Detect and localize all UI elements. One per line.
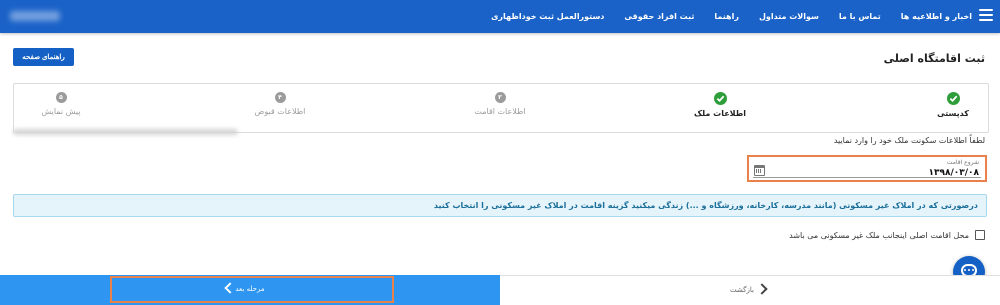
checkbox-label: محل اقامت اصلی اینجانب ملک غیر مسکونی می… (789, 230, 969, 240)
redacted-text (13, 129, 238, 135)
calendar-icon[interactable] (754, 165, 765, 176)
main-nav: اخبار و اطلاعیه ها تماس با ما سوالات متد… (471, 0, 972, 33)
non-residential-checkbox[interactable] (975, 230, 985, 240)
non-residential-option[interactable]: محل اقامت اصلی اینجانب ملک غیر مسکونی می… (789, 230, 985, 240)
chevron-right-icon (756, 283, 768, 295)
field-underline (753, 177, 981, 178)
step-number: ۴ (274, 92, 286, 103)
residence-start-date-field[interactable]: شروع اقامت ۱۳۹۸/۰۳/۰۸ (747, 155, 987, 182)
step-label: کدپستی (937, 109, 969, 118)
nav-item-news[interactable]: اخبار و اطلاعیه ها (901, 12, 972, 21)
step-bills-info: ۴ اطلاعات قبوض (225, 92, 335, 116)
back-label: بازگشت (730, 286, 754, 294)
step-postal-code: کدپستی (898, 92, 1000, 118)
step-number: ۳ (494, 92, 506, 103)
step-residence-info: ۳ اطلاعات اقامت (445, 92, 555, 116)
next-step-button[interactable]: مرحله بعد (0, 275, 500, 305)
nav-item-faq[interactable]: سوالات متداول (759, 12, 819, 21)
check-icon (946, 92, 960, 105)
step-preview: ۵ پیش نمایش (6, 92, 116, 116)
back-button[interactable]: بازگشت (500, 275, 1000, 305)
step-number: ۵ (55, 92, 67, 103)
nav-item-contact[interactable]: تماس با ما (839, 12, 881, 21)
nav-item-instructions[interactable]: دستورالعمل ثبت خوداظهاری (491, 12, 604, 21)
progress-stepper: کدپستی اطلاعات ملک ۳ اطلاعات اقامت ۴ اطل… (13, 83, 989, 133)
brand-logo (10, 11, 60, 21)
step-label: اطلاعات قبوض (254, 107, 306, 116)
nav-item-legal-entities[interactable]: ثبت افراد حقوقی (624, 12, 694, 21)
page-guide-button[interactable]: راهنمای صفحه (13, 48, 74, 66)
info-alert: درصورتی که در املاک غیر مسکونی (مانند مد… (13, 194, 987, 217)
form-instruction: لطفاً اطلاعات سکونت ملک خود را وارد نمای… (833, 136, 985, 145)
bottom-action-bar: مرحله بعد بازگشت (0, 275, 1000, 305)
step-property-info: اطلاعات ملک (665, 92, 775, 118)
next-button-highlight (110, 276, 394, 303)
check-icon (713, 92, 727, 105)
step-label: اطلاعات ملک (693, 109, 747, 118)
menu-icon[interactable] (979, 9, 993, 23)
step-label: اطلاعات اقامت (474, 107, 526, 116)
nav-item-help[interactable]: راهنما (714, 12, 739, 21)
page-title: ثبت اقامتگاه اصلی (883, 52, 985, 65)
top-navbar: اخبار و اطلاعیه ها تماس با ما سوالات متد… (0, 0, 1000, 33)
date-field-label: شروع اقامت (946, 159, 979, 166)
step-label: پیش نمایش (41, 107, 81, 116)
chat-dots-icon (964, 269, 974, 271)
info-alert-text: درصورتی که در املاک غیر مسکونی (مانند مد… (433, 201, 978, 210)
